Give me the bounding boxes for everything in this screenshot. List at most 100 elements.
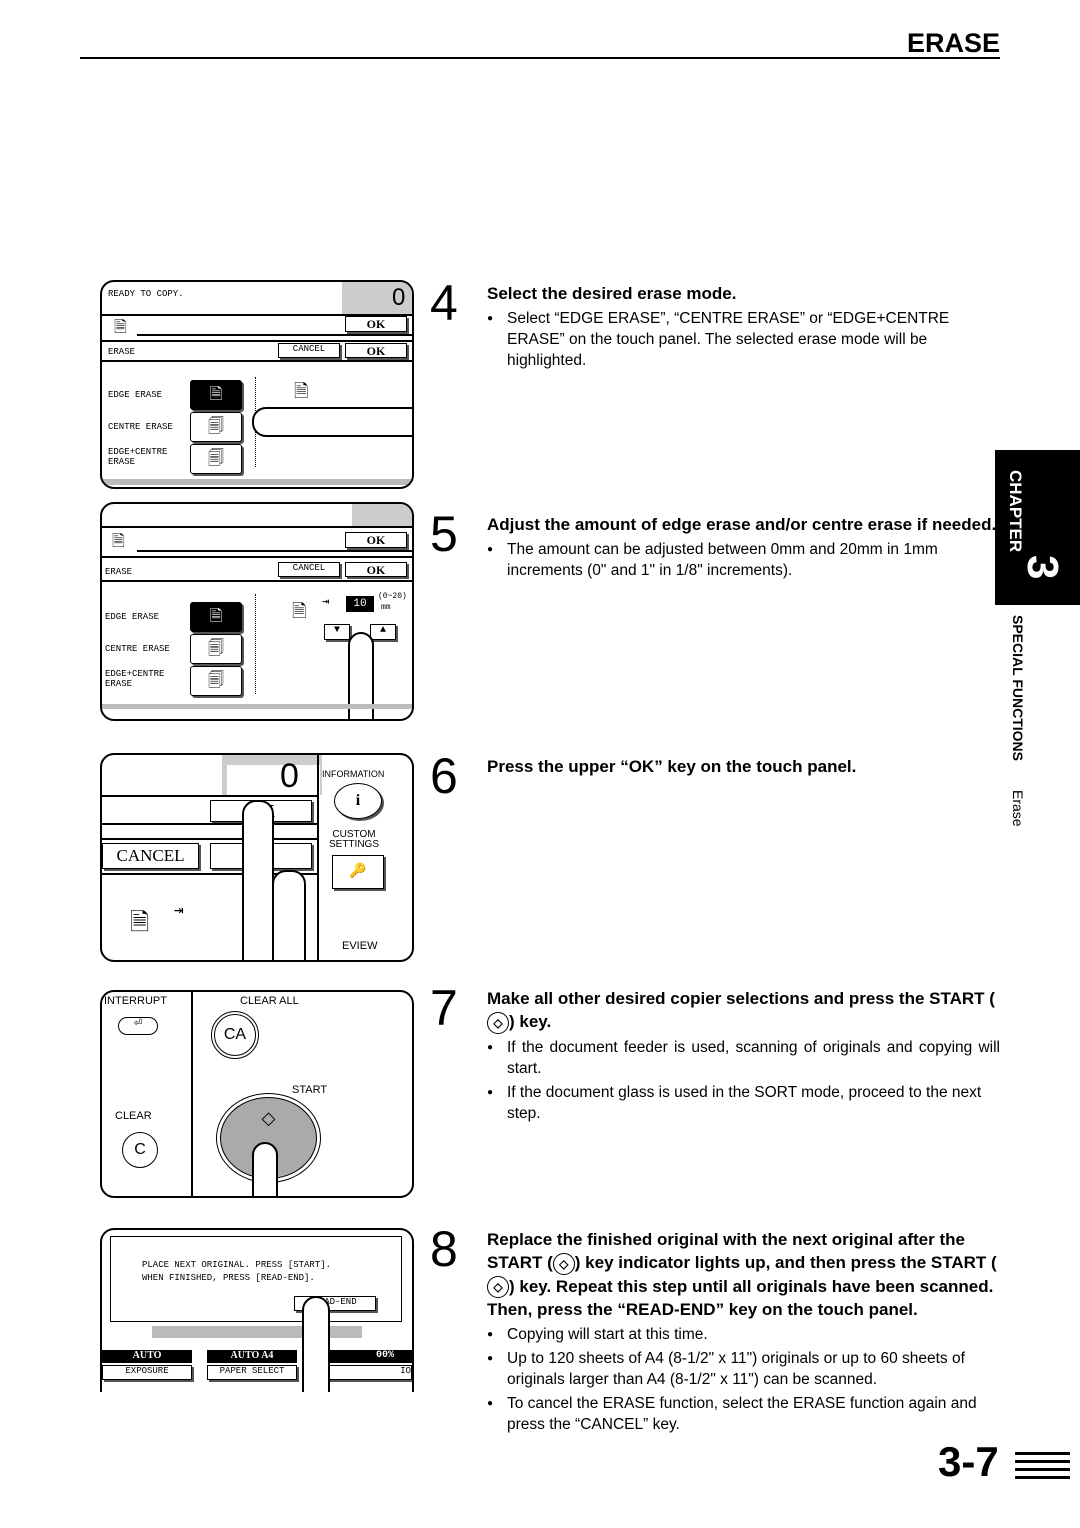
ok-top-button[interactable]: OK (345, 316, 407, 332)
bullet-item: If the document glass is used in the SOR… (487, 1082, 1000, 1124)
pointing-finger (252, 1142, 278, 1196)
edge-erase-button[interactable]: 🗎 (190, 380, 242, 410)
page-number: 3-7 (938, 1438, 999, 1485)
step-heading: Make all other desired copier selections… (487, 987, 1000, 1034)
margin-icon: ⇥ (174, 902, 184, 920)
touch-panel-read-end: PLACE NEXT ORIGINAL. PRESS [START]. WHEN… (100, 1228, 414, 1392)
page-title: ERASE (906, 28, 1000, 58)
start-icon: ◇ (552, 1252, 575, 1275)
finger (272, 870, 306, 960)
exposure-button[interactable]: EXPOSURE (102, 1365, 192, 1380)
information-button[interactable]: i (334, 783, 382, 819)
exposure-value: AUTO (102, 1350, 192, 1363)
information-label: INFORMATION (322, 769, 385, 779)
start-label: START (292, 1084, 328, 1096)
copy-count: 0 (392, 284, 406, 311)
interrupt-label: INTERRUPT (104, 995, 167, 1007)
margin-icon: ⇥ (322, 595, 330, 609)
erase-label: ERASE (105, 567, 133, 577)
step-number: 8 (430, 1221, 458, 1277)
touch-panel-ok: 0 OK CANCEL 🗎 ⇥ INFORMATION i CUSTOM SET… (100, 753, 414, 962)
range-label: (0~20) (378, 592, 407, 601)
manual-page: ERASE READY TO COPY. 0 🗎 OK ERASE CANCEL… (0, 0, 1080, 1528)
bullet-item: Select “EDGE ERASE”, “CENTRE ERASE” or “… (487, 308, 1000, 371)
paper-select-button[interactable]: PAPER SELECT (207, 1365, 297, 1380)
step-heading: Adjust the amount of edge erase and/or c… (487, 515, 997, 534)
edge-centre-erase-label: EDGE+CENTRE ERASE (108, 447, 168, 467)
header-rule (80, 57, 1000, 59)
step-6: 6 Press the upper “OK” key on the touch … (430, 751, 1000, 801)
cancel-button[interactable]: CANCEL (278, 343, 340, 358)
section-label: SPECIAL FUNCTIONS (1010, 615, 1026, 761)
step-number: 7 (430, 980, 458, 1036)
clear-all-label: CLEAR ALL (240, 995, 299, 1007)
page-number-rule (1015, 1460, 1070, 1463)
edge-centre-erase-label: EDGE+CENTRE ERASE (105, 669, 165, 689)
chapter-number: 3 (1018, 555, 1067, 580)
touch-panel-select-mode: READY TO COPY. 0 🗎 OK ERASE CANCEL OK ED… (100, 280, 414, 489)
centre-erase-label: CENTRE ERASE (105, 644, 170, 654)
bullet-item: The amount can be adjusted between 0mm a… (487, 539, 997, 581)
custom-settings-button[interactable]: 🔑 (332, 855, 384, 889)
cancel-button[interactable]: CANCEL (102, 843, 199, 869)
heading-text: Make all other desired copier selections… (487, 989, 995, 1008)
erase-icon: 🗎 (292, 603, 307, 623)
heading-text: ) key. (509, 1012, 552, 1031)
paper-value: AUTO A4 (207, 1350, 297, 1363)
page-number-rule (1015, 1476, 1070, 1479)
review-label: EVIEW (342, 940, 378, 952)
subsection-label: Erase (1010, 790, 1026, 827)
step-number: 4 (430, 275, 458, 331)
erase-amount-value: 10 (346, 596, 374, 612)
pointing-finger (252, 407, 412, 437)
decrease-button[interactable]: ▼ (324, 624, 350, 640)
erase-label: ERASE (108, 347, 136, 357)
edge-centre-erase-button[interactable]: 🗐 (190, 666, 242, 696)
ok-button[interactable]: OK (345, 562, 407, 577)
pointing-finger (242, 800, 274, 960)
unit-label: mm (381, 603, 391, 612)
copy-count: 0 (280, 757, 299, 795)
start-icon: ◇ (487, 1011, 509, 1034)
erase-icon: 🗎 (130, 911, 150, 938)
erase-icon: 🗎 (112, 533, 125, 551)
clear-all-button[interactable]: CA (211, 1011, 259, 1059)
centre-erase-button[interactable]: 🗐 (190, 412, 242, 442)
page-number-rule (1015, 1452, 1070, 1455)
bullet-item: To cancel the ERASE function, select the… (487, 1393, 1000, 1435)
ok-top-button[interactable]: OK (345, 532, 407, 548)
step-heading: Press the upper “OK” key on the touch pa… (487, 757, 857, 776)
heading-text: ) key. Repeat this step until all origin… (487, 1276, 994, 1320)
step-8: 8 Replace the finished original with the… (430, 1224, 1000, 1435)
chapter-label: CHAPTER (1006, 470, 1025, 553)
erase-icon: 🗎 (294, 383, 309, 403)
touch-panel-adjust: 🗎 OK ERASE CANCEL OK EDGE ERASE 🗎 CENTRE… (100, 502, 414, 721)
edge-erase-button[interactable]: 🗎 (190, 602, 242, 632)
bullet-item: If the document feeder is used, scanning… (487, 1037, 1000, 1079)
centre-erase-button[interactable]: 🗐 (190, 634, 242, 664)
step-7: 7 Make all other desired copier selectio… (430, 983, 1000, 1124)
step-number: 5 (430, 506, 458, 562)
bullet-item: Up to 120 sheets of A4 (8-1/2" x 11") or… (487, 1348, 1000, 1390)
heading-text: ) key indicator lights up, and then pres… (574, 1253, 997, 1272)
operation-panel: INTERRUPT ⏎ CLEAR ALL CA START ◇ CLEAR C (100, 990, 414, 1198)
edge-erase-label: EDGE ERASE (105, 612, 160, 622)
edge-centre-erase-button[interactable]: 🗐 (190, 444, 242, 474)
page-number-rule (1015, 1468, 1070, 1471)
ok-button[interactable]: OK (345, 343, 407, 358)
step-heading: Replace the finished original with the n… (487, 1228, 1000, 1321)
centre-erase-label: CENTRE ERASE (108, 422, 173, 432)
message-line-1: PLACE NEXT ORIGINAL. PRESS [START]. (142, 1260, 332, 1270)
step-4: 4 Select the desired erase mode. Select … (430, 278, 1000, 371)
cancel-button[interactable]: CANCEL (278, 562, 340, 577)
edge-erase-label: EDGE ERASE (108, 390, 163, 400)
erase-icon: 🗎 (114, 319, 127, 337)
start-icon: ◇ (487, 1276, 509, 1299)
step-number: 6 (430, 748, 458, 804)
clear-label: CLEAR (115, 1110, 152, 1122)
increase-button[interactable]: ▲ (370, 624, 396, 640)
custom-settings-label: CUSTOM SETTINGS (328, 829, 379, 850)
clear-button[interactable]: C (122, 1132, 158, 1168)
interrupt-button[interactable]: ⏎ (118, 1017, 158, 1035)
pointing-finger (302, 1296, 330, 1392)
